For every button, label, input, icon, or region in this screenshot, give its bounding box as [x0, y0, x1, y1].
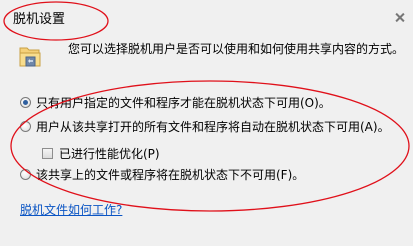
radio-button[interactable] — [20, 97, 31, 108]
checkbox[interactable] — [42, 148, 53, 159]
checkbox-optimize-performance[interactable]: 已进行性能优化(P) — [42, 145, 160, 162]
window-title: 脱机设置 — [13, 12, 66, 27]
intro-text: 您可以选择脱机用户是否可以使用和如何使用共享内容的方式。 — [68, 42, 405, 56]
help-link[interactable]: 脱机文件如何工作? — [20, 201, 122, 218]
radio-option-all-files[interactable]: 用户从该共享打开的所有文件和程序将自动在脱机状态下可用(A)。 — [20, 118, 390, 135]
close-icon[interactable] — [395, 12, 405, 22]
radio-option-selected-files[interactable]: 只有用户指定的文件和程序才能在脱机状态下可用(O)。 — [20, 94, 331, 111]
checkbox-label: 已进行性能优化(P) — [59, 147, 160, 161]
offline-settings-dialog: 脱机设置 您可以选择脱机用户是否可以使用和如何使用共享内容的方式。 只有用户指定… — [0, 0, 413, 246]
title-bar: 脱机设置 — [0, 0, 413, 32]
radio-option-label: 只有用户指定的文件和程序才能在脱机状态下可用(O)。 — [36, 96, 331, 110]
radio-button[interactable] — [20, 169, 31, 180]
offline-folder-icon — [19, 44, 41, 70]
radio-button[interactable] — [20, 121, 31, 132]
radio-option-not-available[interactable]: 该共享上的文件或程序将在脱机状态下不可用(F)。 — [20, 166, 304, 183]
radio-option-label: 该共享上的文件或程序将在脱机状态下不可用(F)。 — [36, 168, 305, 182]
radio-option-label: 用户从该共享打开的所有文件和程序将自动在脱机状态下可用(A)。 — [36, 120, 390, 134]
